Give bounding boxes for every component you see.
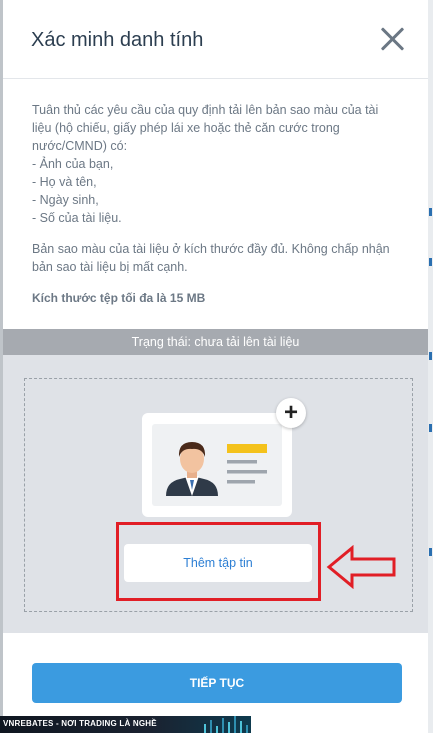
close-icon[interactable]	[378, 25, 406, 53]
requirement-item: - Ảnh của bạn,	[32, 157, 114, 171]
watermark-text: VNREBATES - NƠI TRADING LÀ NGHỀ	[3, 719, 157, 728]
edge-mark	[429, 424, 432, 432]
edge-mark	[429, 352, 432, 360]
edge-mark	[429, 548, 432, 556]
instructions: Tuân thủ các yêu cầu của quy định tải lê…	[32, 101, 392, 227]
highlight-box	[116, 522, 321, 601]
instructions-intro: Tuân thủ các yêu cầu của quy định tải lê…	[32, 103, 379, 153]
edge-mark	[429, 258, 432, 266]
dialog-header: Xác minh danh tính	[3, 0, 428, 79]
requirement-item: - Ngày sinh,	[32, 193, 99, 207]
requirements-list: - Ảnh của bạn, - Họ và tên, - Ngày sinh,…	[32, 155, 392, 227]
id-card-inner	[152, 424, 282, 506]
requirement-item: - Số của tài liệu.	[32, 211, 122, 225]
continue-button[interactable]: TIẾP TỤC	[32, 663, 402, 703]
max-size-label: Kích thước tệp tối đa là 15 MB	[32, 291, 206, 305]
id-card-icon	[142, 413, 292, 517]
plus-icon[interactable]: +	[276, 398, 306, 428]
right-edge	[428, 0, 433, 733]
edge-mark	[429, 208, 432, 216]
id-card-illustration	[166, 442, 267, 496]
watermark-banner: VNREBATES - NƠI TRADING LÀ NGHỀ	[0, 716, 251, 733]
chart-bars-icon	[204, 716, 248, 733]
requirement-item: - Họ và tên,	[32, 175, 97, 189]
upload-status-bar: Trạng thái: chưa tải lên tài liệu	[3, 329, 428, 355]
instructions-note: Bản sao màu của tài liệu ở kích thước đầ…	[32, 242, 390, 274]
arrow-left-icon	[326, 545, 396, 589]
dialog-title: Xác minh danh tính	[31, 29, 204, 51]
